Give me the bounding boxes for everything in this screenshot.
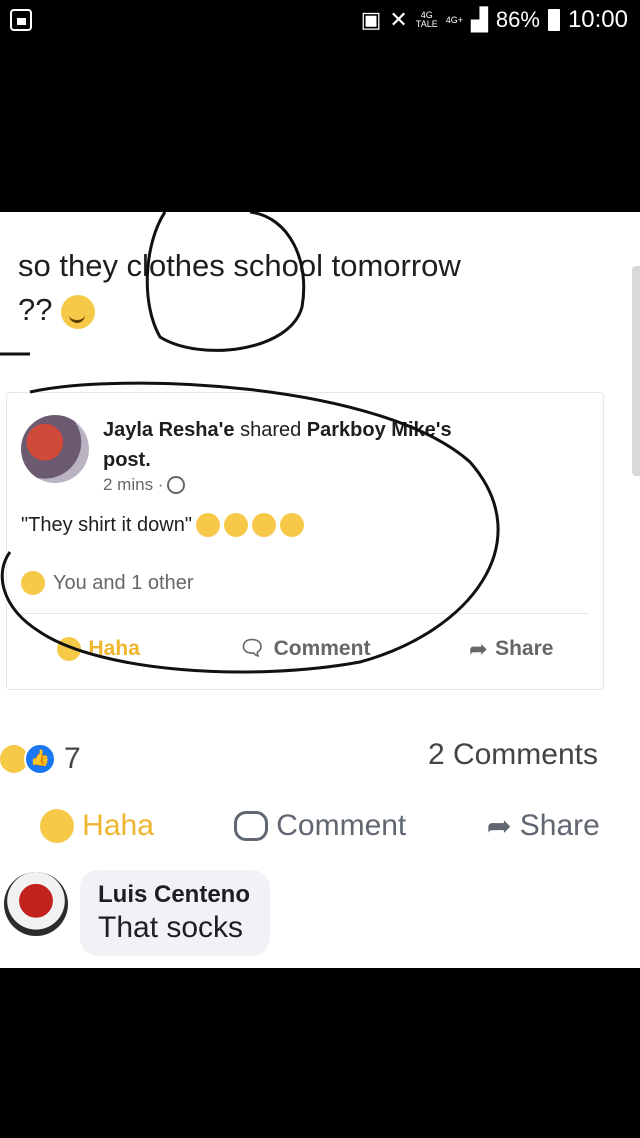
shared-quote: "They shirt it down": [21, 513, 192, 536]
mute-icon: ✕: [389, 7, 408, 32]
screenshot-icon: [10, 9, 32, 31]
like-reaction-icon: 👍: [24, 743, 56, 775]
avatar[interactable]: [21, 415, 89, 483]
status-bar: ▣ ✕ 4G TALE 4G+ ▟ 86% 10:00: [0, 0, 640, 44]
action-bar: Haha Comment ➦ Share: [0, 798, 640, 854]
reaction-summary: 👍 7 2 Comments: [0, 732, 640, 784]
reactions[interactable]: 👍 7: [0, 742, 81, 776]
haha-button[interactable]: Haha: [40, 809, 154, 843]
battery-icon: [547, 9, 560, 31]
network-sublabel: TALE: [415, 19, 438, 29]
laughing-emoji-icon: [279, 513, 304, 537]
battery-percent: 86%: [495, 7, 540, 32]
comment-button[interactable]: Comment: [234, 809, 406, 843]
post-text: so they clothes school tomorrow ??: [18, 244, 618, 332]
shared-post-header: Jayla Resha'e shared Parkboy Mike's post…: [103, 415, 543, 475]
reactors-text: You and 1 other: [53, 571, 194, 594]
comment-icon: 🗨: [238, 637, 266, 660]
avatar[interactable]: [4, 872, 68, 936]
comment-label: Comment: [276, 809, 407, 842]
share-icon: ➦: [486, 809, 512, 843]
comments-count[interactable]: 2 Comments: [428, 738, 598, 772]
divider: [21, 613, 589, 614]
haha-label: Haha: [82, 809, 154, 842]
signal-icon: ▟: [470, 7, 488, 32]
comment-author[interactable]: Luis Centeno: [98, 880, 250, 910]
share-icon: ➦: [469, 637, 488, 661]
comment-label: Comment: [273, 637, 371, 660]
laughing-emoji-icon: [223, 513, 248, 537]
shared-verb: shared: [240, 419, 302, 441]
haha-button[interactable]: Haha: [56, 637, 140, 661]
share-label: Share: [519, 809, 600, 842]
original-author[interactable]: Parkboy Mike's: [307, 419, 452, 441]
scrollbar[interactable]: [632, 266, 640, 476]
post-meta: 2 mins ·: [103, 475, 186, 495]
shared-action-bar: Haha 🗨 Comment ➦ Share: [7, 621, 603, 677]
share-button[interactable]: ➦ Share: [469, 637, 553, 662]
shared-post-card[interactable]: Jayla Resha'e shared Parkboy Mike's post…: [6, 392, 604, 690]
haha-icon: [40, 809, 75, 843]
thinking-emoji-icon: [61, 294, 96, 329]
sharer-name[interactable]: Jayla Resha'e: [103, 419, 235, 441]
laughing-emoji-icon: [251, 513, 276, 537]
laughing-emoji-icon: [195, 513, 220, 537]
shared-reactions[interactable]: You and 1 other: [21, 571, 194, 595]
comment-text: That socks: [98, 911, 244, 944]
post-link[interactable]: post.: [103, 449, 151, 471]
clock: 10:00: [567, 6, 628, 33]
post-time[interactable]: 2 mins ·: [103, 475, 163, 495]
haha-reaction-icon: [21, 571, 45, 595]
comment-bubble[interactable]: Luis Centeno That socks: [80, 870, 271, 956]
post-text-line2: ??: [18, 292, 53, 327]
reaction-count[interactable]: 7: [64, 742, 81, 776]
share-button[interactable]: ➦ Share: [487, 809, 600, 844]
comment-button[interactable]: 🗨 Comment: [239, 637, 371, 661]
post-panel: so they clothes school tomorrow ?? Jayla…: [0, 212, 640, 968]
sim-icon: ▣: [360, 7, 382, 32]
comment-icon: [234, 811, 269, 841]
globe-icon: [167, 476, 186, 494]
network2-label: 4G+: [445, 14, 463, 25]
share-label: Share: [495, 637, 554, 660]
haha-icon: [56, 637, 81, 661]
comment: Luis Centeno That socks: [0, 870, 640, 968]
haha-label: Haha: [88, 637, 140, 660]
post-text-line1: so they clothes school tomorrow: [18, 248, 461, 283]
shared-post-body: "They shirt it down": [21, 513, 304, 537]
